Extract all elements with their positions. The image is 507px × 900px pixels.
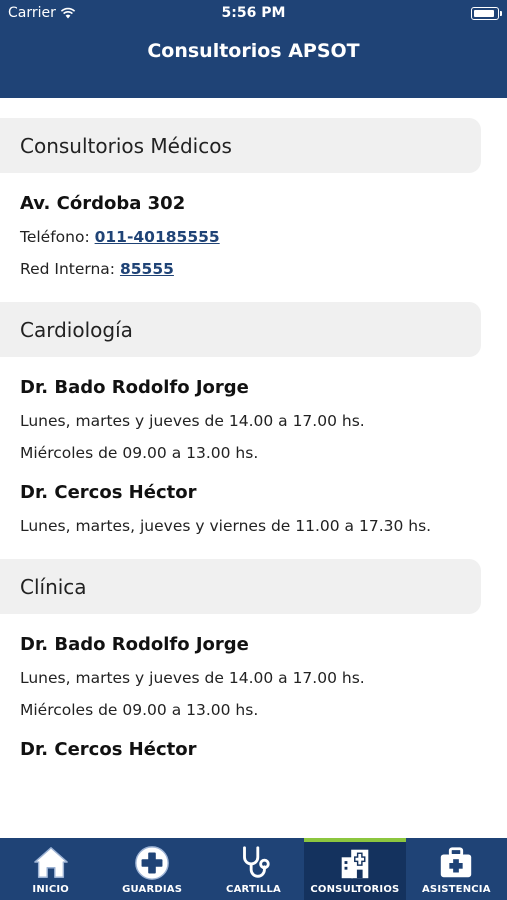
hospital-icon xyxy=(341,849,369,879)
tab-label: GUARDIAS xyxy=(122,884,183,895)
internal-line: Red Interna: 85555 xyxy=(20,260,487,278)
doctor-entry: Dr. Cercos Héctor xyxy=(0,739,507,760)
tab-label: INICIO xyxy=(32,884,69,895)
section-header-clinica: Clínica xyxy=(0,559,481,614)
section-header-cardiologia: Cardiología xyxy=(0,302,481,357)
status-bar: Carrier 5:56 PM xyxy=(0,0,507,28)
schedule-line: Miércoles de 09.00 a 13.00 hs. xyxy=(20,701,259,719)
tab-consultorios[interactable]: CONSULTORIOS xyxy=(304,838,407,900)
battery-level xyxy=(473,9,495,17)
doctor-name: Dr. Cercos Héctor xyxy=(20,739,197,760)
plus-icon xyxy=(135,846,169,880)
tab-cartilla[interactable]: CARTILLA xyxy=(203,838,304,900)
tab-label: CONSULTORIOS xyxy=(310,884,400,895)
tab-label: ASISTENCIA xyxy=(421,884,491,895)
tab-inicio[interactable]: INICIO xyxy=(0,838,101,900)
tab-bar: INICIO GUARDIAS CARTILLA CONSULTORIOS AS… xyxy=(0,838,507,900)
tab-label: CARTILLA xyxy=(226,884,281,895)
consultorios-list[interactable]: Consultorios Médicos Av. Córdoba 302 Tel… xyxy=(0,98,507,838)
page-title: Consultorios APSOT xyxy=(147,40,360,62)
battery-icon xyxy=(471,7,502,20)
phone-label: Teléfono: xyxy=(20,228,95,246)
status-time: 5:56 PM xyxy=(221,5,286,21)
phone-line: Teléfono: 011-40185555 xyxy=(20,228,487,246)
schedule-line: Miércoles de 09.00 a 13.00 hs. xyxy=(20,444,259,462)
address-block: Av. Córdoba 302 Teléfono: 011-40185555 R… xyxy=(0,193,507,278)
schedule-line: Lunes, martes, jueves y viernes de 11.00… xyxy=(20,517,432,535)
doctor-entry: Dr. Bado Rodolfo Jorge Lunes, martes y j… xyxy=(0,377,507,462)
section-header-consultorios-medicos: Consultorios Médicos xyxy=(0,118,481,173)
doctor-name: Dr. Bado Rodolfo Jorge xyxy=(20,634,249,655)
doctor-entry: Dr. Cercos Héctor Lunes, martes, jueves … xyxy=(0,482,507,535)
tab-asistencia[interactable]: ASISTENCIA xyxy=(406,838,507,900)
app-header: Carrier 5:56 PM Consultorios APSOT xyxy=(0,0,507,98)
tab-guardias[interactable]: GUARDIAS xyxy=(101,838,202,900)
schedule-line: Lunes, martes y jueves de 14.00 a 17.00 … xyxy=(20,412,365,430)
home-icon xyxy=(33,847,68,878)
first-aid-kit-icon xyxy=(441,847,472,878)
internal-label: Red Interna: xyxy=(20,260,120,278)
internal-link[interactable]: 85555 xyxy=(120,260,174,278)
phone-link[interactable]: 011-40185555 xyxy=(95,228,220,246)
schedule-line: Lunes, martes y jueves de 14.00 a 17.00 … xyxy=(20,669,365,687)
doctor-name: Dr. Cercos Héctor xyxy=(20,482,197,503)
doctor-entry: Dr. Bado Rodolfo Jorge Lunes, martes y j… xyxy=(0,634,507,719)
stethoscope-icon xyxy=(242,846,270,878)
doctor-name: Dr. Bado Rodolfo Jorge xyxy=(20,377,249,398)
address-title: Av. Córdoba 302 xyxy=(20,193,186,214)
